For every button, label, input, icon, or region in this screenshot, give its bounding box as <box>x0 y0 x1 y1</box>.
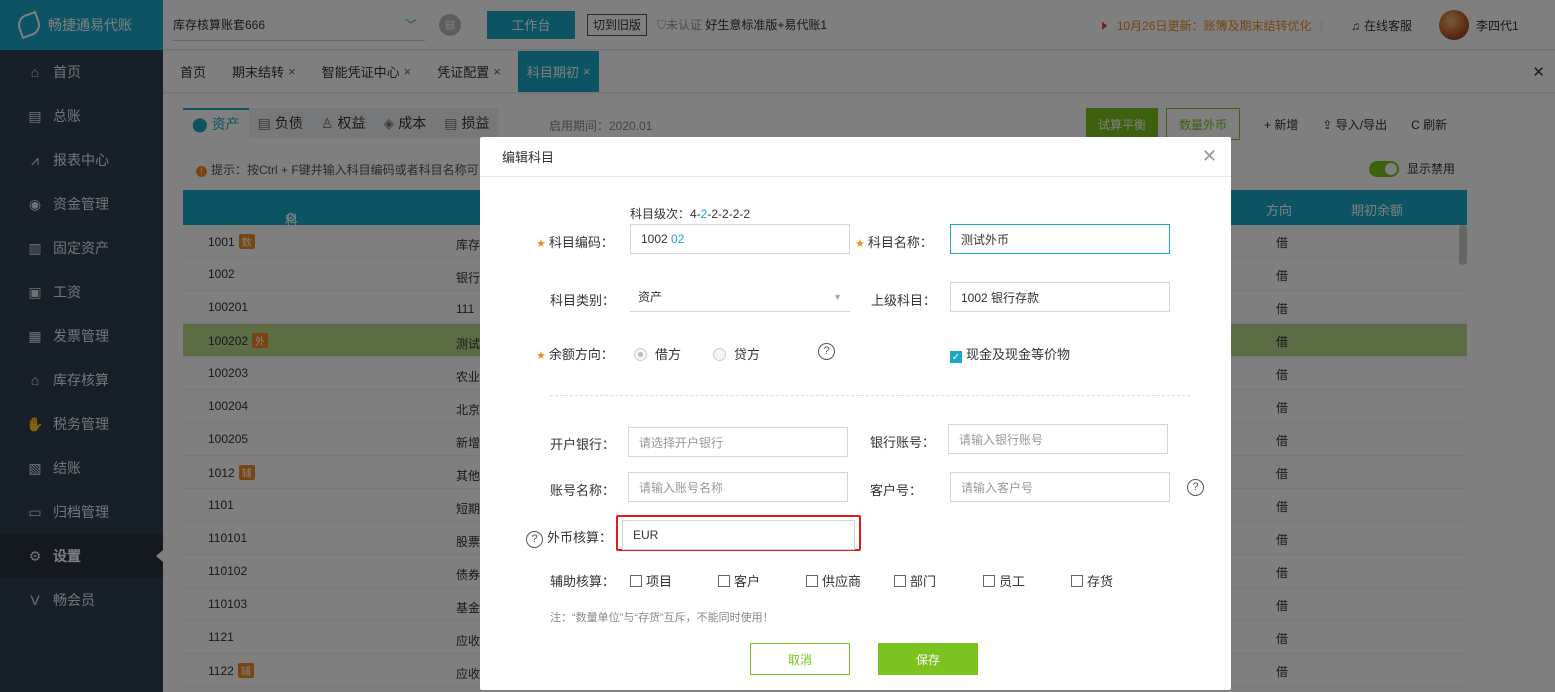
subject-code-input[interactable]: 1002 02 <box>630 224 850 254</box>
foreign-currency-label: ? 外币核算： <box>526 527 612 548</box>
close-icon[interactable]: ✕ <box>1202 146 1217 167</box>
customer-no-label: 客户号： <box>870 483 923 498</box>
save-button[interactable]: 保存 <box>878 643 978 675</box>
mutual-exclusion-note: 注：“数量单位”与“存货”互斥，不能同时使用！ <box>550 612 774 624</box>
subject-type-select[interactable]: 资产 ▼ <box>630 282 850 312</box>
customer-no-help-icon[interactable]: ? <box>1187 478 1204 496</box>
subject-code-label: ★ 科目编码： <box>536 235 614 250</box>
parent-subject-label: 上级科目： <box>871 293 937 308</box>
subject-level-hint: 科目级次：4-2-2-2-2-2 <box>630 207 751 221</box>
cancel-button[interactable]: 取消 <box>750 643 850 675</box>
foreign-currency-input[interactable]: EUR <box>622 520 855 550</box>
required-star-icon: ★ <box>536 238 546 250</box>
opening-bank-select[interactable]: 请选择开户银行 <box>628 427 848 457</box>
help-icon: ? <box>526 531 543 548</box>
auxiliary-accounting-label: 辅助核算： <box>550 574 616 589</box>
bank-account-input[interactable]: 请输入银行账号 <box>948 424 1168 454</box>
credit-radio[interactable]: 贷方 <box>713 344 760 363</box>
auxiliary-option-checkbox[interactable]: 供应商 <box>806 571 861 590</box>
balance-direction-label: ★ 余额方向： <box>536 347 614 362</box>
radio-icon <box>713 348 726 361</box>
debit-radio[interactable]: 借方 <box>634 344 681 363</box>
subject-type-label: 科目类别： <box>550 293 616 308</box>
auxiliary-option-checkbox[interactable]: 员工 <box>983 571 1025 590</box>
edit-subject-dialog: 编辑科目 ✕ 科目级次：4-2-2-2-2-2 ★ 科目编码： 1002 02 ★… <box>480 137 1231 690</box>
parent-subject-input[interactable]: 1002 银行存款 <box>950 282 1170 312</box>
checkbox-icon <box>806 575 818 587</box>
checkbox-icon <box>894 575 906 587</box>
subject-name-label: ★ 科目名称： <box>855 235 933 250</box>
account-name-label: 账号名称： <box>550 483 616 498</box>
account-name-input[interactable]: 请输入账号名称 <box>628 472 848 502</box>
section-divider <box>550 395 1190 396</box>
radio-checked-icon <box>634 348 647 361</box>
subject-name-input[interactable]: 测试外币 <box>950 224 1170 254</box>
checkbox-checked-icon: ✓ <box>950 351 962 363</box>
required-star-icon: ★ <box>536 350 546 362</box>
checkbox-icon <box>630 575 642 587</box>
cash-equivalent-checkbox[interactable]: ✓ 现金及现金等价物 <box>950 344 1070 363</box>
caret-down-icon: ▼ <box>833 291 842 302</box>
auxiliary-option-checkbox[interactable]: 部门 <box>894 571 936 590</box>
checkbox-icon <box>718 575 730 587</box>
dialog-title: 编辑科目 <box>480 137 1231 177</box>
required-star-icon: ★ <box>855 238 865 250</box>
customer-no-input[interactable]: 请输入客户号 <box>950 472 1170 502</box>
auxiliary-option-checkbox[interactable]: 存货 <box>1071 571 1113 590</box>
opening-bank-label: 开户银行： <box>550 437 616 452</box>
checkbox-icon <box>983 575 995 587</box>
direction-help-icon[interactable]: ? <box>818 342 835 360</box>
auxiliary-option-checkbox[interactable]: 项目 <box>630 571 672 590</box>
checkbox-icon <box>1071 575 1083 587</box>
auxiliary-option-checkbox[interactable]: 客户 <box>718 571 760 590</box>
bank-account-label: 银行账号： <box>870 435 936 450</box>
